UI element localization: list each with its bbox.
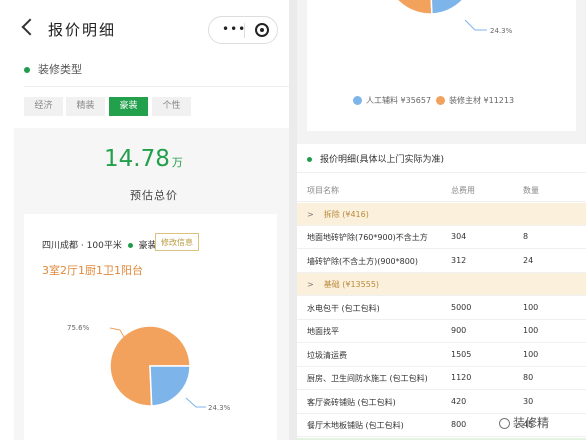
- legend-text: 人工辅料 ¥35657: [366, 96, 432, 105]
- cost-pie-chart-partial: 24.3%: [396, 0, 513, 35]
- chart-card-area: 24.3% 人工辅料 ¥35657 装修主材 ¥11213: [297, 0, 586, 131]
- item-name: 客厅瓷砖铺贴 (包工包料): [307, 397, 396, 407]
- item-qty-cell: 80: [523, 373, 534, 382]
- table-group-row[interactable]: > 拆除 (¥416): [297, 202, 586, 226]
- pie-slice-labor: [430, 0, 464, 15]
- table-row: 地面找平 900 100: [297, 320, 586, 343]
- legend-text: 装修主材 ¥11213: [449, 96, 515, 105]
- table-row: 厨房、卫生间防水施工 (包工包料) 1120 80: [297, 367, 586, 390]
- quote-detail-panel: 24.3% 人工辅料 ¥35657 装修主材 ¥11213 报价明细(具体以上门…: [297, 0, 586, 440]
- item-name: 拆除 (¥416): [323, 209, 369, 219]
- table-header-row: 项目名称 总费用 数量: [297, 179, 586, 202]
- table-row: 客厅瓷砖铺贴 (包工包料) 420 30: [297, 391, 586, 414]
- item-name-cell: 厨房、卫生间防水施工 (包工包料): [307, 373, 428, 384]
- labor-leader-line: [185, 397, 206, 408]
- item-name-cell: 客厅瓷砖铺贴 (包工包料): [307, 397, 396, 408]
- quote-summary-panel: 报价明细 ••• 装修类型 经济 精装 豪装 个性 14.78 万 预估总价 四川…: [0, 0, 289, 440]
- cost-pie-chart: 75.6% 24.3%: [67, 324, 231, 412]
- item-cost-cell: 1505: [451, 349, 472, 359]
- pie-slice-labor: [149, 365, 191, 407]
- item-name: 地面找平: [307, 327, 339, 336]
- item-qty-cell: 100: [523, 349, 539, 359]
- bullet-dot-icon: [307, 157, 312, 162]
- table-row: 垃圾清运费 1505 100: [297, 344, 586, 367]
- item-qty-cell: 100: [523, 326, 539, 335]
- labor-percent-label: 24.3%: [490, 27, 513, 35]
- item-qty-cell: 100: [523, 302, 539, 312]
- material-leader-line: [109, 327, 125, 338]
- item-name-cell: 地面地砖铲除(760*900)不含土方: [307, 232, 428, 243]
- item-cost-cell: 900: [451, 326, 467, 335]
- labor-percent-label: 24.3%: [208, 404, 231, 412]
- column-header: 项目名称: [307, 186, 339, 195]
- item-name: 厨房、卫生间防水施工 (包工包料): [307, 374, 428, 383]
- item-cost-cell: 800: [451, 420, 467, 429]
- legend-item-material: 装修主材 ¥11213: [436, 95, 514, 106]
- item-qty-cell: 8: [523, 232, 529, 241]
- item-name-cell: 餐厅木地板铺贴 (包工包料): [307, 420, 404, 431]
- item-cost-cell: 312: [451, 255, 467, 265]
- item-name: 地面地砖铲除(760*900)不含土方: [307, 233, 428, 242]
- item-name: 水电包干 (包工包料): [307, 303, 380, 313]
- item-qty-cell: 24: [523, 255, 534, 265]
- watermark: 装修精: [499, 414, 549, 431]
- item-name-cell: 水电包干 (包工包料): [307, 303, 380, 314]
- item-name: 墙砖铲除(不含土方)(900*800): [307, 256, 419, 266]
- labor-leader-line: [464, 19, 487, 31]
- item-cost-cell: 1120: [451, 373, 472, 382]
- item-cost-cell: 5000: [451, 302, 472, 312]
- item-name-cell: 地面找平: [307, 326, 339, 337]
- detail-heading: 报价明细(具体以上门实际为准): [307, 152, 444, 165]
- item-name: 餐厅木地板铺贴 (包工包料): [307, 421, 404, 430]
- table-row: 墙砖铲除(不含土方)(900*800) 312 24: [297, 250, 586, 273]
- chevron-right-icon[interactable]: >: [307, 280, 314, 289]
- detail-title: 报价明细(具体以上门实际为准): [320, 155, 445, 165]
- table-group-row[interactable]: > 基础 (¥13555): [297, 273, 586, 296]
- item-name-cell: 墙砖铲除(不含土方)(900*800): [307, 256, 418, 267]
- item-name: 基础 (¥13555): [323, 280, 380, 289]
- quote-detail-section: 报价明细(具体以上门实际为准) 项目名称 总费用 数量 > 拆除 (¥416) 地面地砖铲…: [297, 144, 586, 440]
- item-name: 垃圾清运费: [307, 350, 347, 360]
- legend-item-labor: 人工辅料 ¥35657: [353, 95, 431, 106]
- legend-swatch: [353, 96, 362, 105]
- divider: [297, 172, 586, 173]
- column-header: 总费用: [451, 186, 475, 195]
- material-percent-label: 75.6%: [67, 324, 90, 332]
- item-qty-cell: 30: [523, 396, 534, 406]
- column-header: 数量: [523, 186, 539, 195]
- item-name-cell: 垃圾清运费: [307, 350, 347, 361]
- table-row: 水电包干 (包工包料) 5000 100: [297, 297, 586, 320]
- watermark-logo-icon: [499, 418, 510, 429]
- chevron-right-icon[interactable]: >: [307, 210, 314, 219]
- item-cost-cell: 420: [451, 396, 467, 406]
- item-cost-cell: 304: [451, 232, 467, 241]
- item-name-cell: > 拆除 (¥416): [307, 209, 369, 220]
- table-row: 地面地砖铲除(760*900)不含土方 304 8: [297, 226, 586, 249]
- watermark-text: 装修精: [513, 416, 550, 430]
- item-name-cell: > 基础 (¥13555): [307, 279, 379, 290]
- legend-swatch: [436, 96, 445, 105]
